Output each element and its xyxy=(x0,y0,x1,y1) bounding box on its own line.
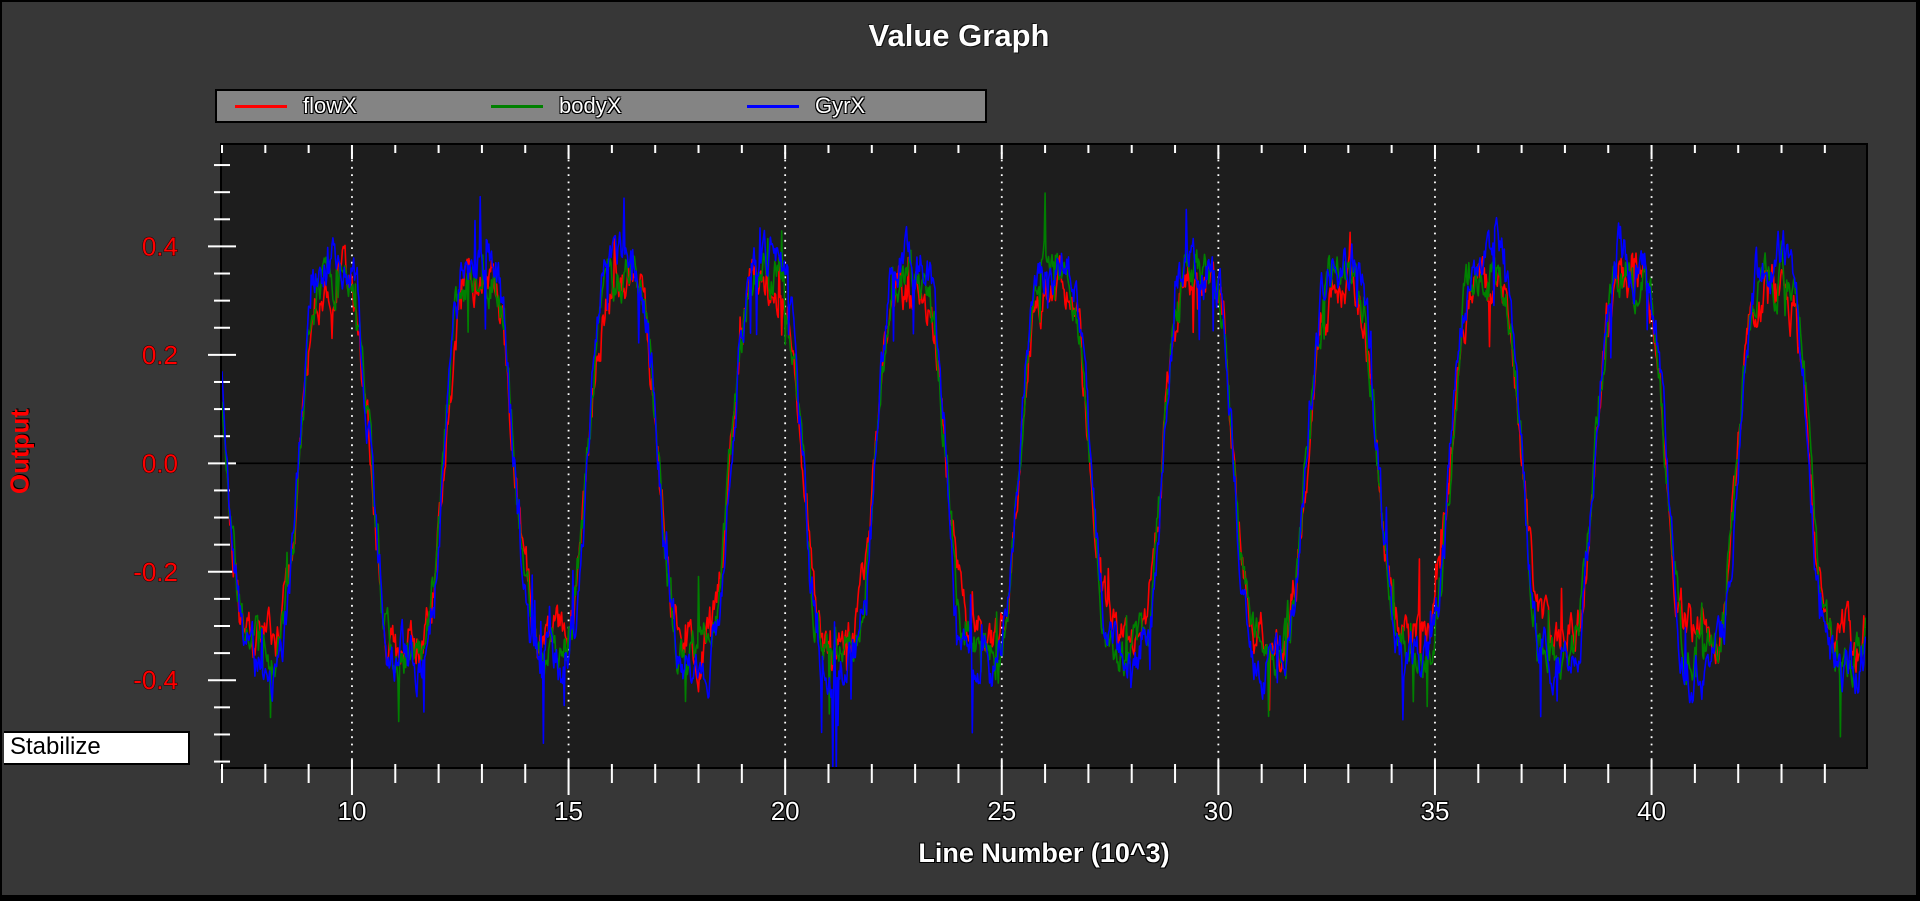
x-tick-label: 20 xyxy=(771,796,800,826)
legend: flowX bodyX GyrX xyxy=(215,89,987,123)
legend-item-flowX: flowX xyxy=(217,93,473,119)
x-tick-label: 40 xyxy=(1637,796,1666,826)
legend-line-swatch xyxy=(235,105,287,108)
y-tick-label: 0.4 xyxy=(142,231,178,261)
x-tick-label: 25 xyxy=(987,796,1016,826)
y-tick-labels: 0.4 0.2 0.0 -0.2 -0.4 xyxy=(133,231,178,695)
legend-label: bodyX xyxy=(559,93,621,119)
y-tick-label: 0.0 xyxy=(142,448,178,478)
x-axis-title: Line Number (10^3) xyxy=(222,838,1866,869)
x-tick-label: 10 xyxy=(337,796,366,826)
x-tick-label: 35 xyxy=(1421,796,1450,826)
x-tick-label: 30 xyxy=(1204,796,1233,826)
x-tick-labels: 10 15 20 25 30 35 40 xyxy=(337,796,1666,826)
chart-title: Value Graph xyxy=(2,18,1916,54)
legend-line-swatch xyxy=(491,105,543,108)
plot-area xyxy=(220,143,1868,769)
y-tick-label: -0.4 xyxy=(133,665,178,695)
legend-line-swatch xyxy=(747,105,799,108)
stabilize-button[interactable]: Stabilize xyxy=(4,731,190,765)
legend-label: GyrX xyxy=(815,93,865,119)
legend-item-bodyX: bodyX xyxy=(473,93,729,119)
legend-label: flowX xyxy=(303,93,357,119)
legend-item-GyrX: GyrX xyxy=(729,93,985,119)
y-tick-label: 0.2 xyxy=(142,340,178,370)
plotter-window: Value Graph flowX bodyX GyrX Output Line N… xyxy=(2,2,1916,895)
x-tick-label: 15 xyxy=(554,796,583,826)
y-tick-label: -0.2 xyxy=(133,557,178,587)
y-axis-title: Output xyxy=(5,372,36,532)
